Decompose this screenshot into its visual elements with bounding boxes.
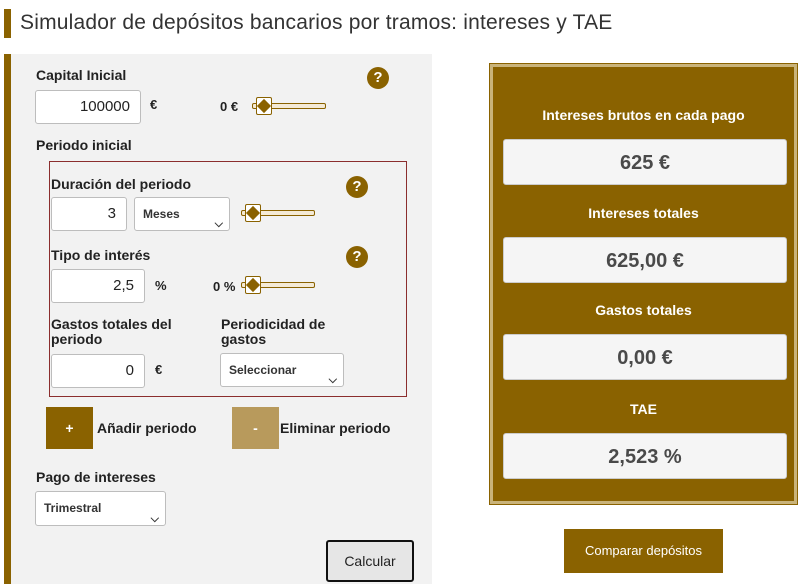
cost-frequency-select[interactable]: Seleccionar ⌵ [220, 353, 344, 387]
costs-label-line2: periodo [51, 331, 103, 347]
rate-slider[interactable] [241, 276, 315, 294]
add-period-label[interactable]: Añadir periodo [97, 420, 197, 436]
rate-slider-value: 0 % [213, 279, 236, 294]
period-box: Duración del periodo ? 3 Meses ⌵ Tipo de… [49, 161, 407, 397]
period-title: Periodo inicial [36, 137, 132, 153]
capital-slider-value: 0 € [220, 99, 239, 114]
page-title: Simulador de depósitos bancarios por tra… [20, 11, 613, 34]
total-costs-value: 0,00 € [503, 334, 787, 380]
tae-value: 2,523 % [503, 433, 787, 479]
interest-payment-select[interactable]: Trimestral ⌵ [35, 491, 166, 526]
total-costs-label: Gastos totales [595, 302, 692, 318]
remove-period-button[interactable]: - [232, 407, 279, 449]
capital-help-icon[interactable]: ? [367, 67, 389, 89]
interest-payment-selected: Trimestral [44, 501, 102, 515]
cost-frequency-label-line2: gastos [221, 331, 267, 347]
compare-deposits-button[interactable]: Comparar depósitos [564, 529, 723, 573]
slider-thumb-icon[interactable] [245, 204, 261, 222]
capital-label: Capital Inicial [36, 67, 127, 83]
rate-label: Tipo de interés [51, 247, 151, 263]
add-period-button[interactable]: + [46, 407, 93, 449]
remove-period-label[interactable]: Eliminar periodo [280, 420, 390, 436]
page-header: Simulador de depósitos bancarios por tra… [0, 5, 800, 41]
costs-label: Gastos totales del periodo [51, 317, 172, 347]
cost-frequency-label: Periodicidad de gastos [221, 317, 325, 347]
duration-unit-select[interactable]: Meses ⌵ [134, 197, 230, 231]
capital-unit: € [150, 97, 158, 112]
duration-slider[interactable] [241, 204, 315, 222]
capital-slider[interactable] [252, 97, 326, 115]
simulator-form: Capital Inicial ? 100000 € 0 € Periodo i… [4, 54, 432, 584]
rate-help-icon[interactable]: ? [346, 246, 368, 268]
title-accent-bar [4, 9, 11, 38]
rate-unit: % [155, 278, 167, 293]
chevron-down-icon: ⌵ [214, 218, 223, 230]
costs-label-line1: Gastos totales del [51, 316, 172, 332]
total-interest-value: 625,00 € [503, 237, 787, 283]
chevron-down-icon: ⌵ [328, 374, 337, 386]
gross-interest-label: Intereses brutos en cada pago [542, 107, 745, 123]
duration-help-icon[interactable]: ? [346, 176, 368, 198]
chevron-down-icon: ⌵ [150, 512, 159, 525]
duration-input[interactable]: 3 [51, 197, 127, 231]
interest-payment-label: Pago de intereses [36, 469, 156, 485]
capital-input[interactable]: 100000 [35, 90, 141, 124]
rate-input[interactable]: 2,5 [51, 269, 145, 303]
slider-thumb-icon[interactable] [256, 97, 272, 115]
results-panel: Intereses brutos en cada pago 625 € Inte… [490, 64, 797, 504]
calculate-button[interactable]: Calcular [326, 540, 414, 582]
costs-input[interactable]: 0 [51, 354, 145, 388]
total-interest-label: Intereses totales [588, 205, 699, 221]
duration-label: Duración del periodo [51, 176, 192, 192]
tae-label: TAE [630, 401, 657, 417]
gross-interest-value: 625 € [503, 139, 787, 185]
slider-thumb-icon[interactable] [245, 276, 261, 294]
cost-frequency-selected: Seleccionar [229, 363, 297, 377]
costs-unit: € [155, 362, 163, 377]
cost-frequency-label-line1: Periodicidad de [221, 316, 326, 332]
duration-unit-selected: Meses [143, 207, 180, 221]
